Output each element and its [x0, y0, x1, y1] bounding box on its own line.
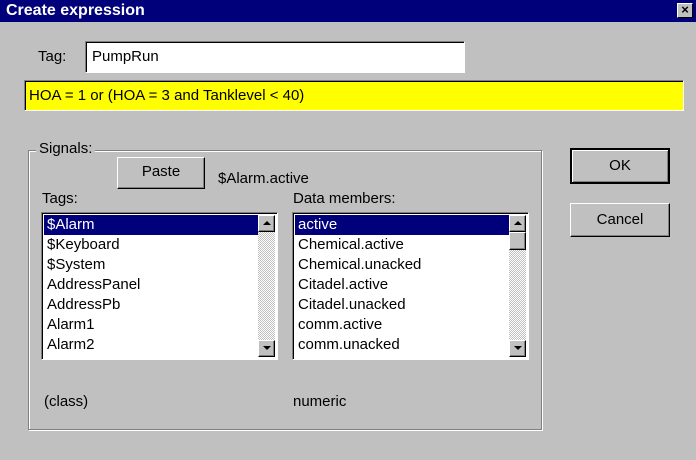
cancel-button[interactable]: Cancel	[570, 203, 670, 237]
list-item[interactable]: AddressPb	[44, 295, 258, 315]
data-members-listbox[interactable]: active Chemical.active Chemical.unacked Cit…	[292, 212, 529, 360]
list-item[interactable]: Chemical.active	[295, 235, 509, 255]
expression-field[interactable]: HOA = 1 or (HOA = 3 and Tanklevel < 40)	[24, 80, 684, 111]
members-scroll-thumb[interactable]	[509, 232, 526, 250]
list-item[interactable]: Citadel.active	[295, 275, 509, 295]
arrow-down-icon	[514, 346, 522, 350]
tags-listbox[interactable]: $Alarm $Keyboard $System AddressPanel Addres…	[41, 212, 278, 360]
list-item[interactable]: Alarm2	[44, 335, 258, 355]
tags-scrollbar[interactable]	[258, 215, 275, 357]
title-bar: Create expression ×	[0, 0, 696, 22]
tags-scroll-down-button[interactable]	[258, 340, 275, 357]
members-scroll-down-button[interactable]	[509, 340, 526, 357]
ok-button[interactable]: OK	[570, 148, 670, 184]
list-item[interactable]: AddressPanel	[44, 275, 258, 295]
members-scroll-up-button[interactable]	[509, 215, 526, 232]
tags-scroll-up-button[interactable]	[258, 215, 275, 232]
list-item[interactable]: Citadel.unacked	[295, 295, 509, 315]
data-members-scrollbar[interactable]	[509, 215, 526, 357]
data-members-label: Data members:	[293, 190, 396, 207]
data-members-list-items: active Chemical.active Chemical.unacked Cit…	[295, 215, 509, 355]
paste-button[interactable]: Paste	[117, 157, 205, 189]
list-item[interactable]: $System	[44, 255, 258, 275]
close-button[interactable]: ×	[677, 3, 693, 18]
selected-signal-text: $Alarm.active	[218, 170, 309, 187]
member-type-text: numeric	[293, 393, 347, 410]
arrow-up-icon	[514, 221, 522, 225]
tag-label: Tag:	[38, 48, 67, 65]
tags-list-items: $Alarm $Keyboard $System AddressPanel Addres…	[44, 215, 258, 355]
list-item[interactable]: Alarm1	[44, 315, 258, 335]
list-item[interactable]: $Keyboard	[44, 235, 258, 255]
window-title: Create expression	[6, 2, 145, 19]
list-item[interactable]: $Alarm	[44, 215, 258, 235]
list-item[interactable]: comm.active	[295, 315, 509, 335]
list-item[interactable]: active	[295, 215, 509, 235]
tags-label: Tags:	[42, 190, 78, 207]
arrow-up-icon	[263, 221, 271, 225]
list-item[interactable]: Chemical.unacked	[295, 255, 509, 275]
tag-type-text: (class)	[44, 393, 89, 410]
tag-input[interactable]: PumpRun	[85, 41, 465, 73]
list-item[interactable]: comm.unacked	[295, 335, 509, 355]
signals-group-label: Signals:	[36, 140, 96, 157]
arrow-down-icon	[263, 346, 271, 350]
